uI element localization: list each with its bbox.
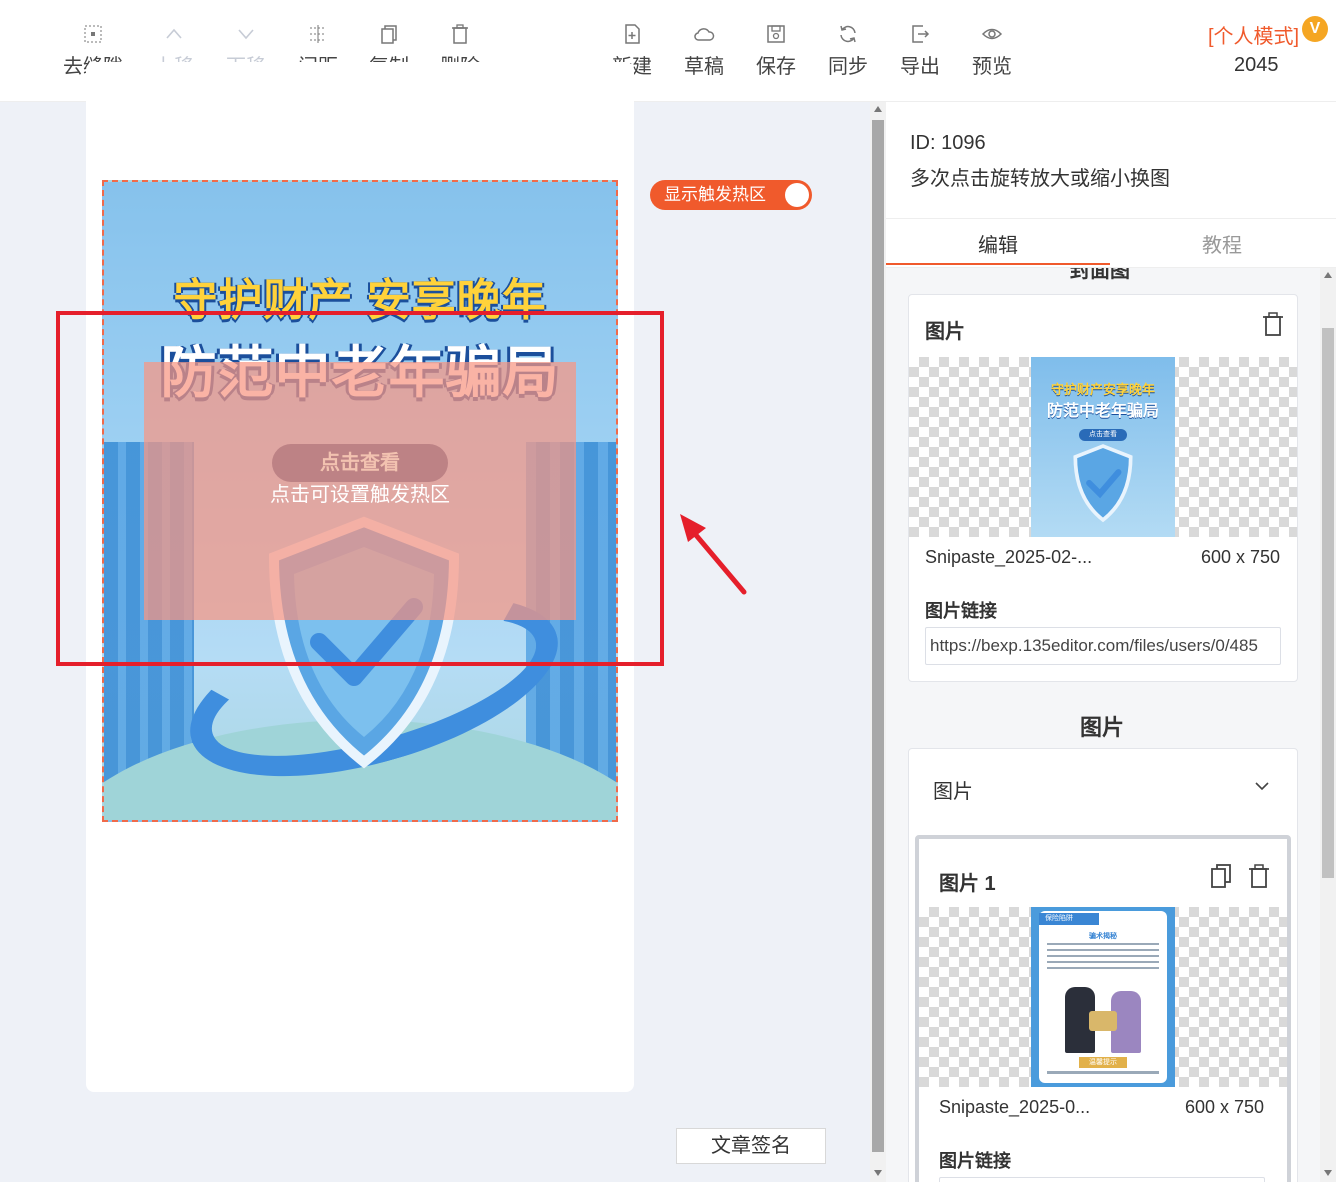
copy-image-1-button[interactable] xyxy=(1209,863,1233,889)
canvas-scroll-thumb[interactable] xyxy=(872,120,884,1152)
panel-scroll-thumb[interactable] xyxy=(1322,328,1334,878)
scroll-down-icon[interactable] xyxy=(874,1170,882,1176)
cover-filename: Snipaste_2025-02-... xyxy=(925,547,1093,567)
cover-link-label: 图片链接 xyxy=(925,601,997,621)
cover-image-card: 图片 守护财产安享晚年 防范中老年骗局 点击查看 Snipaste_2025-0… xyxy=(908,294,1298,682)
toggle-knob xyxy=(785,183,809,207)
save-button[interactable]: 保存 xyxy=(740,18,812,79)
image-1-title: 图片 1 xyxy=(939,873,996,895)
eye-icon xyxy=(956,18,1028,48)
scroll-down-icon[interactable] xyxy=(1324,1170,1332,1176)
cloud-icon xyxy=(668,18,740,48)
active-tab-indicator xyxy=(886,263,1110,265)
chevron-up-icon xyxy=(138,18,210,48)
spacing-icon xyxy=(282,18,354,48)
scroll-up-icon[interactable] xyxy=(1324,272,1332,278)
remove-gap-icon xyxy=(57,18,129,48)
chevron-down-icon[interactable] xyxy=(1253,777,1271,795)
word-count: 2045 xyxy=(1234,54,1279,76)
properties-panel: ID: 1096 多次点击旋转放大或缩小换图 编辑 教程 封面图 图片 守护财产… xyxy=(886,102,1336,1182)
shield-icon xyxy=(1073,444,1133,523)
annotation-arrow-icon xyxy=(680,514,747,595)
scroll-up-icon[interactable] xyxy=(874,106,882,112)
personal-mode-link[interactable]: [个人模式] xyxy=(1208,20,1299,49)
cover-link-input[interactable]: https://bexp.135editor.com/files/users/0… xyxy=(925,627,1281,665)
canvas-scrollbar[interactable] xyxy=(870,102,886,1182)
template-description: 多次点击旋转放大或缩小换图 xyxy=(910,168,1170,190)
image-1-link-label: 图片链接 xyxy=(939,1151,1011,1171)
tab-edit[interactable]: 编辑 xyxy=(978,229,1018,258)
trash-icon xyxy=(424,18,496,48)
copy-icon xyxy=(353,18,425,48)
vip-badge-icon: V xyxy=(1302,16,1328,42)
template-id: ID: 1096 xyxy=(910,132,986,154)
export-button[interactable]: 导出 xyxy=(884,18,956,79)
image-1-card: 图片 1 保险陷阱 骗术揭秘 温馨提示 Snipaste_2025-0... 6… xyxy=(915,835,1291,1182)
image-1-thumbnail[interactable]: 保险陷阱 骗术揭秘 温馨提示 xyxy=(1031,907,1175,1087)
article-signature-button[interactable]: 文章签名 xyxy=(676,1128,826,1164)
save-icon xyxy=(740,18,812,48)
cover-section-title: 封面图 xyxy=(1070,268,1130,282)
cover-dimensions: 600 x 750 xyxy=(1201,547,1281,567)
images-group-card: 图片 图片 1 保险陷阱 骗术揭秘 温馨提示 Snipaste_2025-0..… xyxy=(908,748,1298,1182)
trash-icon xyxy=(1263,312,1283,336)
image-1-dimensions: 600 x 750 xyxy=(1185,1097,1265,1117)
panel-scroll-area: 封面图 图片 守护财产安享晚年 防范中老年骗局 点击查看 Snipaste_20… xyxy=(886,268,1336,1182)
new-file-icon xyxy=(596,18,668,48)
trash-icon xyxy=(1249,864,1269,888)
images-section-title: 图片 xyxy=(1080,715,1125,740)
chevron-down-icon xyxy=(210,18,282,48)
image-1-filename: Snipaste_2025-0... xyxy=(939,1097,1091,1117)
sync-icon xyxy=(812,18,884,48)
export-icon xyxy=(884,18,956,48)
annotation-highlight-box xyxy=(56,311,664,666)
image-1-link-input[interactable] xyxy=(939,1177,1265,1182)
tab-tutorial[interactable]: 教程 xyxy=(1202,229,1242,258)
panel-scrollbar[interactable] xyxy=(1320,268,1336,1182)
sync-button[interactable]: 同步 xyxy=(812,18,884,79)
panel-tabs: 编辑 教程 xyxy=(886,218,1336,268)
toggle-label: 显示触发热区 xyxy=(664,185,766,204)
cover-thumbnail[interactable]: 守护财产安享晚年 防范中老年骗局 点击查看 xyxy=(1031,357,1175,537)
copy-icon xyxy=(1211,864,1231,888)
draft-button[interactable]: 草稿 xyxy=(668,18,740,79)
cover-card-title: 图片 xyxy=(925,321,965,343)
delete-image-1-button[interactable] xyxy=(1247,863,1271,889)
images-dropdown-label[interactable]: 图片 xyxy=(933,775,973,804)
preview-button[interactable]: 预览 xyxy=(956,18,1028,79)
show-hotzone-toggle[interactable]: 显示触发热区 xyxy=(650,180,812,210)
delete-cover-button[interactable] xyxy=(1261,311,1285,337)
